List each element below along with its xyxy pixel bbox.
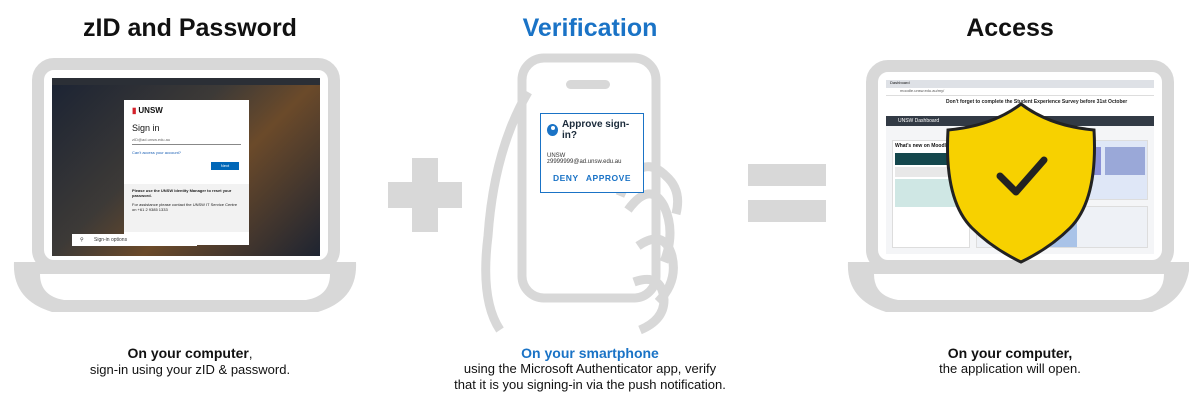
unsw-logo: ▮ UNSW [132, 106, 163, 115]
recent-items [976, 206, 1148, 248]
step1-caption-line2: sign-in using your zID & password. [89, 362, 291, 377]
course-tile [1105, 147, 1145, 175]
recent-tile [1017, 221, 1077, 247]
step3-caption: On your computer, the application will o… [860, 345, 1160, 377]
equals-icon [748, 164, 826, 222]
dashboard-nav: UNSW Dashboard [886, 116, 1154, 126]
notification-title: Approve sign-in? [561, 119, 630, 141]
approve-button[interactable]: APPROVE [586, 173, 631, 183]
step2-caption-line2: using the Microsoft Authenticator app, v… [463, 361, 717, 376]
step3-caption-strong: On your computer, [947, 345, 1073, 361]
browser-urlbar [52, 78, 320, 85]
approve-notification: Approve sign-in? UNSW z9999999@ad.unsw.e… [540, 113, 644, 193]
card-title: What's new on Moodle 3.9? [895, 143, 961, 149]
step1-caption-comma: , [248, 346, 253, 361]
zid-field[interactable]: zID@ad.unsw.edu.au [132, 137, 241, 145]
step2-caption: On your smartphone using the Microsoft A… [400, 345, 780, 393]
browser-tab: Dashboard [886, 80, 1154, 88]
dashboard-screenshot: Dashboard moodle.unsw.edu.au/my/ Don't f… [886, 80, 1154, 254]
course-tile [1061, 147, 1101, 175]
step2-caption-strong: On your smartphone [521, 345, 659, 361]
phone-hand-icon [481, 53, 683, 335]
card-image [895, 153, 967, 165]
user-icon [547, 124, 558, 136]
info-text: For assistance please contact the UNSW I… [132, 202, 238, 212]
signin-screenshot: ▮ UNSW Sign in zID@ad.unsw.edu.au Can't a… [52, 78, 320, 256]
info-bold: Please use the UNSW Identity Manager to … [132, 188, 232, 198]
next-button[interactable]: Next [211, 162, 239, 170]
dashboard-card: What's new on Moodle 3.9? [892, 140, 970, 248]
browser-address: moodle.unsw.edu.au/my/ [886, 88, 1154, 96]
signin-heading: Sign in [132, 123, 160, 133]
card-image [895, 167, 967, 177]
notification-buttons: DENY APPROVE [547, 173, 637, 183]
step1-caption: On your computer, sign-in using your zID… [30, 345, 350, 378]
step1-caption-strong: On your computer [127, 345, 249, 361]
signin-dialog: ▮ UNSW Sign in zID@ad.unsw.edu.au Can't a… [124, 100, 249, 245]
notification-header: Approve sign-in? [547, 119, 637, 141]
signin-info: Please use the UNSW Identity Manager to … [124, 184, 249, 232]
step2-caption-line3: that it is you signing-in via the push n… [454, 377, 726, 392]
cant-access-link[interactable]: Can't access your account? [132, 150, 241, 155]
key-icon: ⚲ [80, 237, 84, 243]
signin-options-label: Sign-in options [94, 237, 128, 243]
card-image [895, 179, 967, 207]
step3-caption-line2: the application will open. [939, 361, 1081, 376]
survey-banner: Don't forget to complete the Student Exp… [886, 96, 1154, 116]
signin-options-button[interactable]: ⚲ Sign-in options [72, 234, 197, 246]
plus-icon [388, 158, 462, 232]
course-cards [976, 140, 1148, 200]
deny-button[interactable]: DENY [553, 173, 579, 183]
notification-account: z9999999@ad.unsw.edu.au [547, 159, 622, 165]
